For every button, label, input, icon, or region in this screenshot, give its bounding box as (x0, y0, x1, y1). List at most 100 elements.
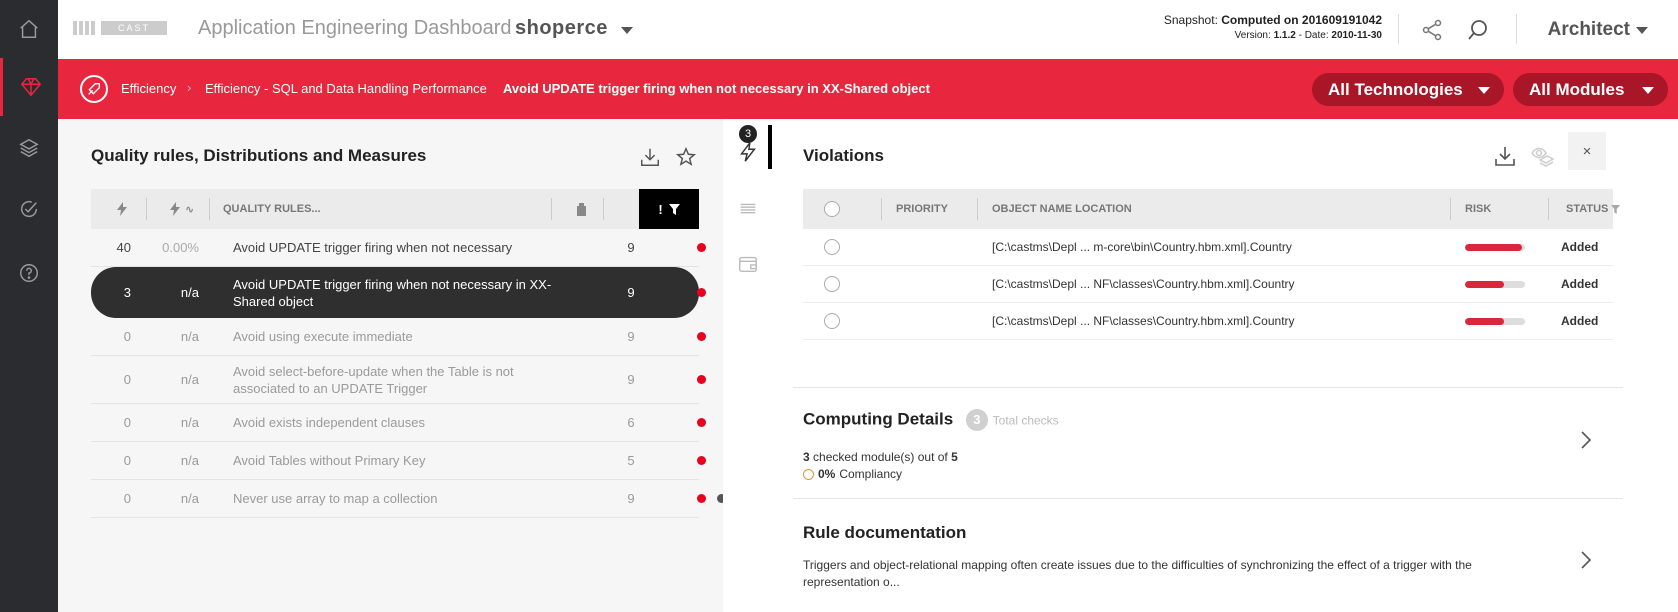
rocket-icon (80, 75, 108, 103)
star-icon[interactable] (675, 146, 697, 168)
variation-icon[interactable]: ∿ (169, 189, 194, 229)
table-row[interactable]: 0 n/a Avoid Tables without Primary Key 5 (91, 442, 706, 480)
risk-bar-fill (1465, 280, 1504, 288)
column-status[interactable]: STATUS (1566, 189, 1621, 229)
share-icon[interactable] (1420, 18, 1444, 42)
select-all-radio[interactable] (824, 201, 840, 217)
wallet-icon[interactable] (737, 253, 759, 275)
table-row[interactable]: 0 n/a Avoid select-before-update when th… (91, 356, 706, 404)
table-row[interactable]: 0 n/a Never use array to map a collectio… (91, 480, 706, 518)
risk-bar-fill (1465, 243, 1522, 251)
table-row[interactable]: [C:\castms\Depl ... NF\classes\Country.h… (803, 303, 1613, 340)
table-row[interactable]: [C:\castms\Depl ... m-core\bin\Country.h… (803, 229, 1613, 266)
table-header: PRIORITY OBJECT NAME LOCATION RISK STATU… (803, 189, 1621, 229)
close-button[interactable]: × (1568, 132, 1606, 170)
breadcrumb-current: Avoid UPDATE trigger firing when not nec… (503, 81, 930, 96)
breadcrumb-item[interactable]: Efficiency (121, 81, 176, 96)
app-title: Application Engineering Dashboard - (198, 17, 524, 39)
lightning-icon[interactable] (116, 189, 128, 229)
row-radio[interactable] (824, 276, 840, 292)
documentation-text: Triggers and object-relational mapping o… (803, 558, 1472, 589)
breadcrumb-separator: › (187, 80, 192, 95)
violations-table: PRIORITY OBJECT NAME LOCATION RISK STATU… (803, 189, 1621, 340)
table-row[interactable]: [C:\castms\Depl ... NF\classes\Country.h… (803, 266, 1613, 303)
nav-home[interactable] (0, 0, 58, 58)
breadcrumb-bar: Efficiency › Efficiency - SQL and Data H… (58, 59, 1678, 119)
column-priority[interactable]: PRIORITY (896, 189, 948, 229)
weight-icon[interactable] (576, 189, 587, 229)
header-divider (1398, 14, 1399, 44)
breadcrumb-item[interactable]: Efficiency - SQL and Data Handling Perfo… (205, 81, 487, 96)
quality-rules-table: ∿ QUALITY RULES... ! 40 0.00% Avoid UPDA… (91, 189, 706, 518)
rule-documentation-section[interactable]: Rule documentation Triggers and object-r… (793, 498, 1623, 612)
layers-icon (19, 138, 39, 158)
active-tab-indicator (768, 125, 772, 169)
technologies-filter[interactable]: All Technologies (1312, 73, 1504, 106)
left-navigation (0, 0, 58, 612)
risk-bar (1465, 243, 1525, 251)
checked-modules-text: 3 checked module(s) out of 5 (803, 450, 958, 464)
nav-efficiency[interactable] (0, 58, 58, 116)
section-title: Computing Details (803, 409, 954, 429)
snapshot-info: Snapshot: Computed on 201609191042 Versi… (1163, 13, 1382, 41)
cast-logo: CAST (73, 21, 167, 35)
role-selector[interactable]: Architect (1548, 19, 1630, 41)
breadcrumb-separator: › (466, 80, 471, 95)
download-icon[interactable] (1493, 144, 1517, 168)
column-risk[interactable]: RISK (1465, 189, 1491, 229)
column-object-name[interactable]: OBJECT NAME LOCATION (992, 189, 1132, 229)
section-title: Rule documentation (803, 523, 967, 542)
table-row[interactable]: 0 n/a Avoid using execute immediate 9 (91, 318, 706, 356)
app-root: CAST Application Engineering Dashboard -… (0, 0, 1678, 612)
compliance-text: 0% Compliancy (803, 467, 902, 481)
eye-stack-icon[interactable] (1530, 144, 1554, 168)
download-icon[interactable] (639, 146, 661, 168)
checks-count-badge: 3 (965, 409, 988, 431)
panel-title: Violations (803, 146, 884, 165)
table-row[interactable]: 0 n/a Avoid exists independent clauses 6 (91, 404, 706, 442)
lightning-icon[interactable] (737, 141, 759, 163)
filter-icon (1611, 204, 1621, 214)
row-radio[interactable] (824, 313, 840, 329)
chevron-right-icon[interactable] (1579, 550, 1593, 570)
table-row-selected[interactable]: 3 n/a Avoid UPDATE trigger firing when n… (91, 267, 706, 318)
application-selector[interactable]: shoperce (515, 17, 608, 40)
compliance-ring-icon (803, 468, 814, 480)
quality-rules-panel: Quality rules, Distributions and Measure… (58, 119, 726, 612)
computing-details-section[interactable]: Computing Details 3 Total checks 3 check… (793, 387, 1623, 498)
risk-bar (1465, 280, 1525, 288)
home-icon (20, 19, 38, 38)
nav-layers[interactable] (0, 119, 58, 177)
nav-checks[interactable] (0, 180, 58, 238)
chevron-right-icon[interactable] (1579, 430, 1593, 450)
violations-panel: Violations × PRIORITY OBJECT NAME LOCATI… (780, 119, 1678, 612)
close-icon: × (1582, 142, 1592, 160)
critical-indicator (696, 456, 706, 465)
list-icon[interactable] (737, 198, 759, 220)
search-icon[interactable] (1466, 18, 1490, 42)
detail-tabs: 3 (723, 119, 780, 612)
row-radio[interactable] (824, 239, 840, 255)
nav-help[interactable] (0, 244, 58, 302)
critical-indicator (696, 375, 706, 384)
chevron-down-icon[interactable] (621, 27, 633, 34)
top-header: CAST Application Engineering Dashboard -… (58, 0, 1678, 59)
critical-indicator (696, 243, 706, 252)
help-icon (20, 264, 38, 282)
panel-title: Quality rules, Distributions and Measure… (91, 146, 427, 165)
check-circle-icon (21, 200, 38, 218)
diamond-icon (20, 78, 41, 97)
critical-indicator (696, 494, 706, 503)
critical-indicator (696, 332, 706, 341)
chevron-down-icon[interactable] (1636, 27, 1648, 34)
critical-indicator (696, 418, 706, 427)
modules-filter[interactable]: All Modules (1513, 73, 1668, 106)
table-header: ∿ QUALITY RULES... ! (91, 189, 699, 229)
filter-icon (668, 203, 680, 215)
risk-bar (1465, 317, 1525, 325)
column-quality-rules[interactable]: QUALITY RULES... (223, 189, 321, 229)
chevron-down-icon (1478, 87, 1490, 94)
table-row[interactable]: 40 0.00% Avoid UPDATE trigger firing whe… (91, 229, 706, 267)
critical-filter-button[interactable]: ! (639, 189, 699, 229)
risk-bar-fill (1465, 317, 1504, 325)
